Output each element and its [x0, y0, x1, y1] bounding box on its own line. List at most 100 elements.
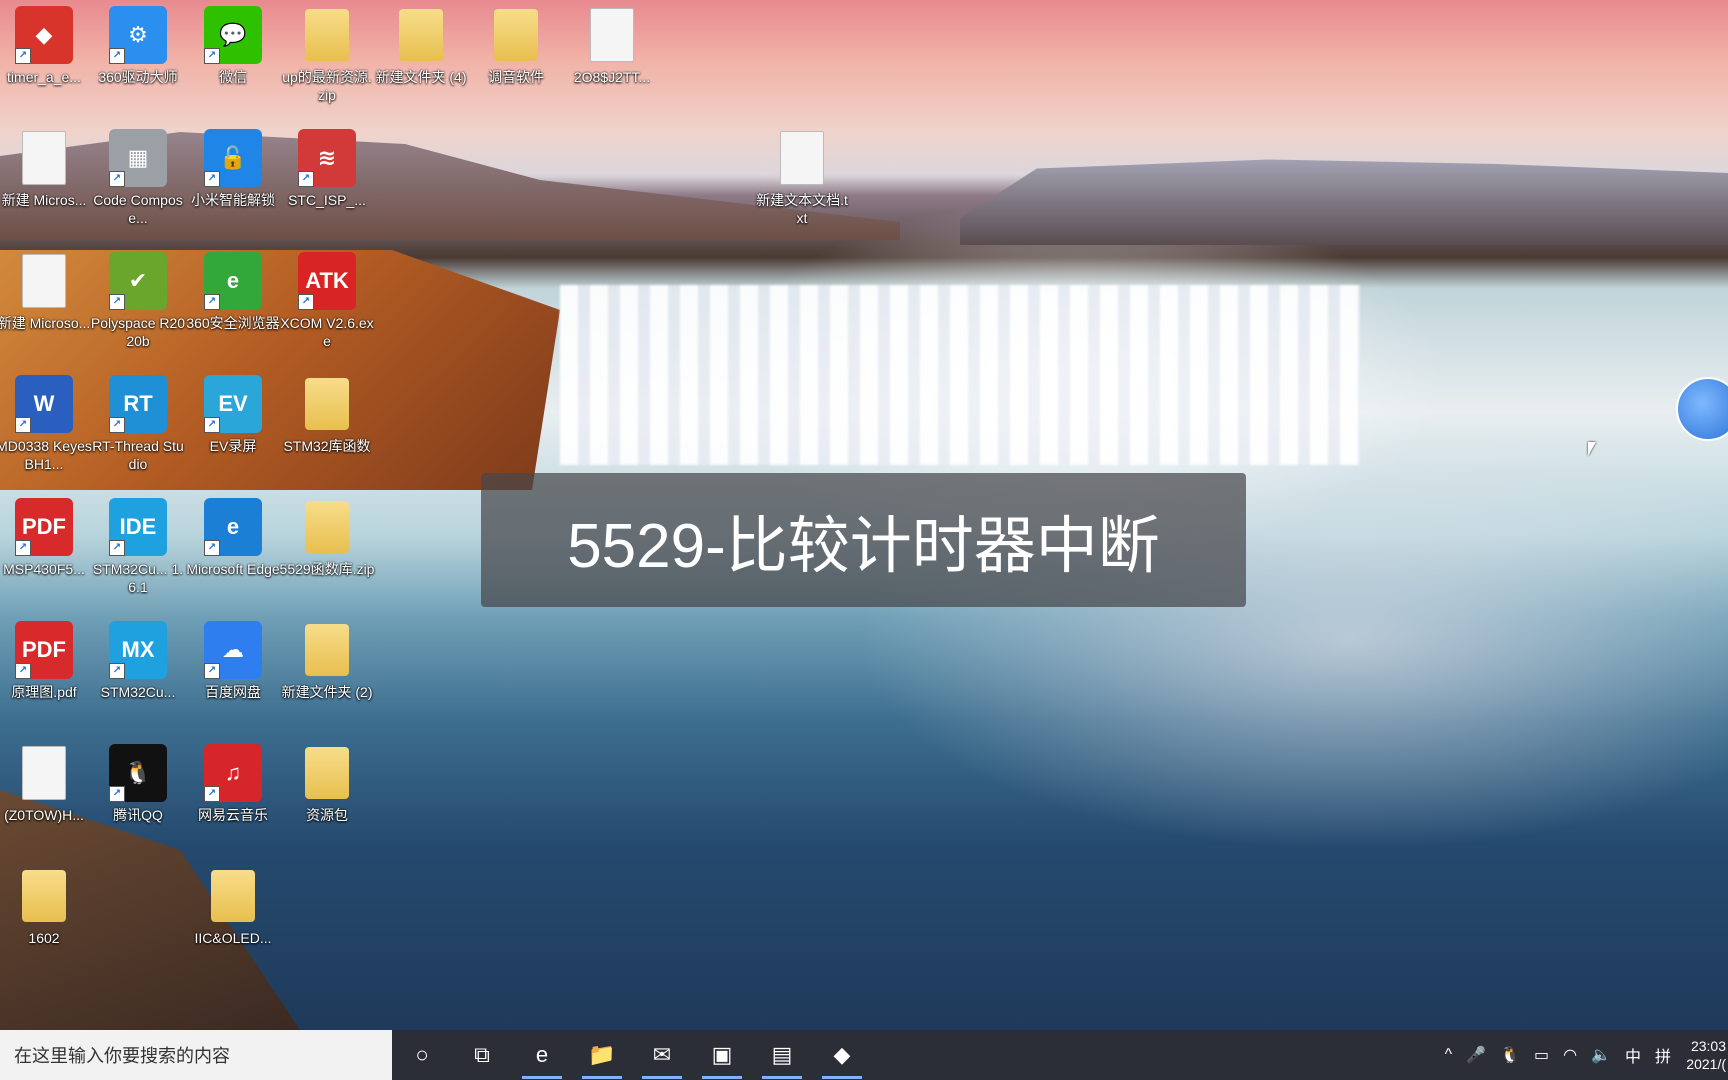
desktop-icon-label: STM32库函数	[283, 438, 371, 454]
app-icon-glyph: PDF	[22, 637, 66, 662]
floating-assist-ball-icon[interactable]	[1676, 377, 1728, 441]
shortcut-arrow-icon: ↗	[204, 540, 220, 556]
desktop-icon[interactable]: PDF ↗ MSP430F5...	[0, 498, 90, 608]
app-icon-glyph: ▦	[127, 145, 149, 170]
taskbar-task-view-button[interactable]: ⧉	[452, 1030, 512, 1080]
desktop-icon-label: STM32Cu...	[100, 684, 176, 700]
desktop-icon[interactable]: 新建文件夹 (4)	[375, 6, 467, 116]
video-title-banner: 5529-比较计时器中断	[481, 473, 1246, 607]
desktop-icon-label: up的最新资源.zip	[282, 69, 372, 103]
desktop-icon[interactable]: IDE ↗ STM32Cu... 1.6.1	[92, 498, 184, 608]
mouse-cursor-icon	[1588, 442, 1596, 456]
desktop-icon[interactable]: 调音软件	[470, 6, 562, 116]
app-icon-glyph: e	[226, 268, 240, 293]
app-icon-glyph: ♫	[224, 760, 242, 785]
desktop-icon[interactable]: ⚙ ↗ 360驱动大师	[92, 6, 184, 116]
app-icon-glyph: 💬	[219, 22, 247, 47]
shortcut-arrow-icon: ↗	[109, 786, 125, 802]
desktop-icon-image	[204, 867, 262, 925]
desktop-icon[interactable]: STM32库函数	[281, 375, 373, 485]
ime-mode-indicator[interactable]: 拼	[1648, 1043, 1678, 1067]
app-icon-glyph: ◆	[35, 22, 53, 47]
desktop-icon[interactable]: PDF ↗ 原理图.pdf	[0, 621, 90, 731]
ime-language-indicator[interactable]: 中	[1618, 1043, 1648, 1067]
taskbar: 在这里输入你要搜索的内容 ○ ⧉ e 📁 ✉ ▣ ▤ ◆ ^ 🎤 🐧 ▭ ◠ 🔈 中 拼 23…	[0, 1030, 1728, 1080]
file-icon	[780, 131, 824, 185]
desktop-icon-label: timer_a_e...	[7, 69, 81, 85]
desktop-icon[interactable]: 新建文本文档.txt	[756, 129, 848, 239]
desktop-icon[interactable]: (Z0TOW)H...	[0, 744, 90, 854]
taskbar-timer-app-button[interactable]: ◆	[812, 1030, 872, 1080]
taskbar-clock[interactable]: 23:03 2021/(	[1678, 1037, 1728, 1073]
desktop-icon-label: 资源包	[306, 807, 348, 823]
volume-icon[interactable]: 🔈	[1584, 1045, 1618, 1065]
desktop-icon[interactable]: ≋ ↗ STC_ISP_...	[281, 129, 373, 239]
desktop-icon-label: 腾讯QQ	[113, 807, 163, 823]
app-icon-glyph: EV	[218, 391, 248, 416]
desktop-icon[interactable]: ♫ ↗ 网易云音乐	[187, 744, 279, 854]
wifi-icon[interactable]: ◠	[1556, 1045, 1584, 1065]
taskbar-3d-viewer-button[interactable]: ▣	[692, 1030, 752, 1080]
taskbar-edge-button[interactable]: e	[512, 1030, 572, 1080]
shortcut-arrow-icon: ↗	[204, 48, 220, 64]
desktop-icon[interactable]: up的最新资源.zip	[281, 6, 373, 116]
shortcut-arrow-icon: ↗	[204, 294, 220, 310]
desktop-icon-label: Polyspace R2020b	[90, 315, 186, 349]
desktop-icon[interactable]: 资源包	[281, 744, 373, 854]
desktop-icon[interactable]: 新建 Micros...	[0, 129, 90, 239]
desktop-icon[interactable]: ATK ↗ XCOM V2.6.exe	[280, 252, 374, 362]
desktop-icon[interactable]: EV ↗ EV录屏	[187, 375, 279, 485]
desktop-icon[interactable]: MX ↗ STM32Cu...	[92, 621, 184, 731]
desktop-icon[interactable]: 🐧 ↗ 腾讯QQ	[92, 744, 184, 854]
desktop-icon[interactable]: ✔ ↗ Polyspace R2020b	[90, 252, 186, 362]
desktop-wallpaper: ◆ ↗ timer_a_e... ⚙ ↗ 360驱动大师 💬 ↗ 微信 up的最新资源.zip 新建…	[0, 0, 1728, 1030]
desktop-icon[interactable]: 2O8$J2TT...	[566, 6, 658, 116]
app-icon: e ↗	[204, 252, 262, 310]
file-explorer-icon: 📁	[588, 1042, 616, 1067]
desktop-icon[interactable]: e ↗ Microsoft Edge	[186, 498, 280, 608]
desktop-icon[interactable]: 💬 ↗ 微信	[187, 6, 279, 116]
shortcut-arrow-icon: ↗	[109, 48, 125, 64]
desktop-icon[interactable]: ▦ ↗ Code Compose...	[92, 129, 184, 239]
desktop-icon[interactable]: 新建文件夹 (2)	[281, 621, 373, 731]
taskbar-cortana-button[interactable]: ○	[392, 1030, 452, 1080]
app-icon: RT ↗	[109, 375, 167, 433]
timer-app-icon: ◆	[833, 1042, 851, 1067]
desktop-icon-label: 百度网盘	[205, 684, 261, 700]
shortcut-arrow-icon: ↗	[204, 417, 220, 433]
app-icon-glyph: ⚙	[128, 22, 148, 47]
desktop-icon[interactable]: 1602	[0, 867, 90, 977]
taskbar-notepad-button[interactable]: ▤	[752, 1030, 812, 1080]
desktop-icon[interactable]: e ↗ 360安全浏览器	[186, 252, 280, 362]
system-tray: ^ 🎤 🐧 ▭ ◠ 🔈 中 拼 23:03 2021/(	[1438, 1030, 1728, 1080]
battery-icon[interactable]: ▭	[1527, 1045, 1556, 1065]
taskbar-file-explorer-button[interactable]: 📁	[572, 1030, 632, 1080]
qq-tray-icon[interactable]: 🐧	[1493, 1045, 1527, 1065]
clock-date: 2021/(	[1686, 1056, 1726, 1072]
tray-overflow-icon[interactable]: ^	[1438, 1046, 1460, 1064]
clock-time: 23:03	[1690, 1038, 1726, 1054]
desktop-icon[interactable]: 新建 Microso...	[0, 252, 90, 362]
shortcut-arrow-icon: ↗	[15, 417, 31, 433]
search-placeholder: 在这里输入你要搜索的内容	[14, 1046, 230, 1066]
folder-icon	[305, 747, 349, 799]
app-icon-glyph: RT	[123, 391, 153, 416]
app-icon-glyph: 🐧	[124, 760, 152, 785]
desktop-icon[interactable]: 🔓 ↗ 小米智能解锁	[187, 129, 279, 239]
desktop-icon[interactable]: 5529函数库.zip	[280, 498, 374, 608]
desktop-icon[interactable]: ☁ ↗ 百度网盘	[187, 621, 279, 731]
shortcut-arrow-icon: ↗	[298, 171, 314, 187]
desktop-icon-label: 小米智能解锁	[191, 192, 275, 208]
microphone-icon[interactable]: 🎤	[1459, 1045, 1493, 1065]
taskbar-mail-button[interactable]: ✉	[632, 1030, 692, 1080]
app-icon: PDF ↗	[15, 498, 73, 556]
desktop-icon-label: RT-Thread Studio	[92, 438, 184, 472]
desktop-icon[interactable]: RT ↗ RT-Thread Studio	[92, 375, 184, 485]
folder-icon	[305, 378, 349, 430]
desktop-icon[interactable]: ◆ ↗ timer_a_e...	[0, 6, 90, 116]
taskbar-search-input[interactable]: 在这里输入你要搜索的内容	[0, 1030, 392, 1080]
desktop-icon[interactable]: W ↗ MD0338 Keyes BH1...	[0, 375, 92, 485]
shortcut-arrow-icon: ↗	[15, 540, 31, 556]
app-icon-glyph: IDE	[119, 514, 157, 539]
desktop-icon[interactable]: IIC&OLED...	[187, 867, 279, 977]
